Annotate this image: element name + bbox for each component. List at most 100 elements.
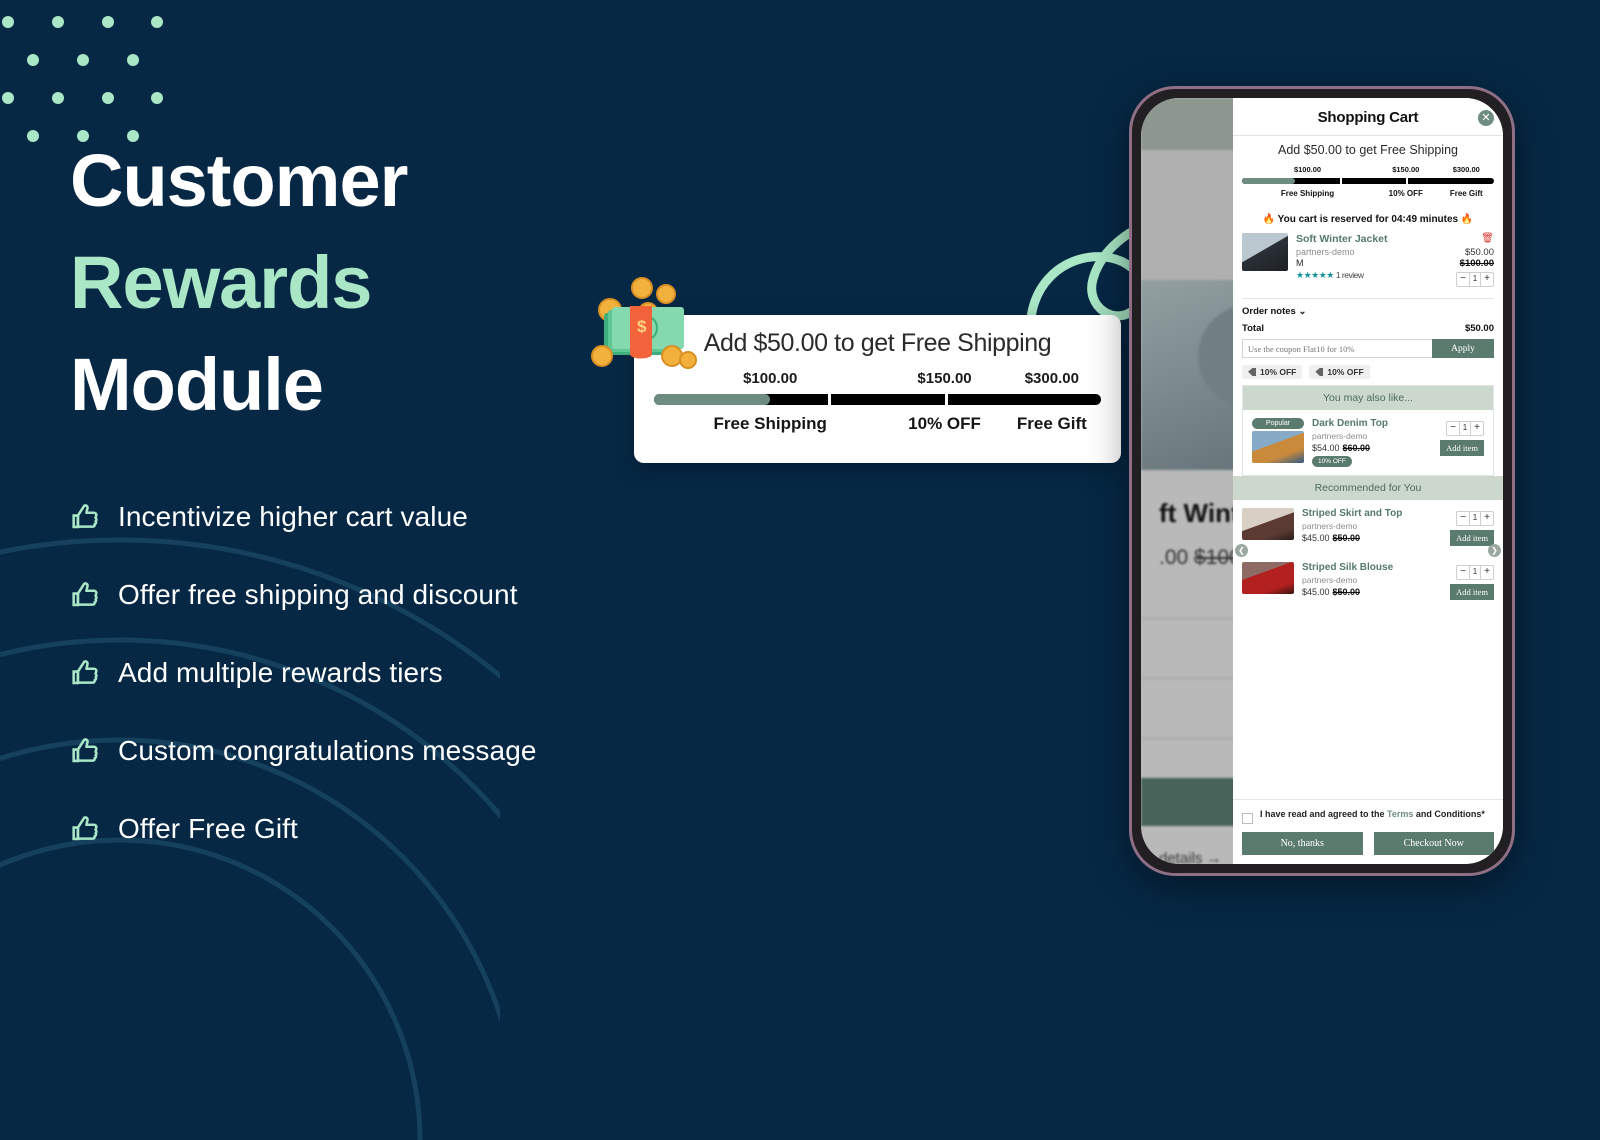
- feature-list: Incentivize higher cart value Offer free…: [68, 478, 828, 868]
- recommended-item-price: $45.00 $50.00: [1302, 587, 1438, 597]
- line-item-name[interactable]: Soft Winter Jacket: [1296, 233, 1430, 245]
- discount-chip-label: 10% OFF: [1327, 367, 1364, 377]
- cart-reservation-timer: 🔥 You cart is reserved for 04:49 minutes…: [1262, 214, 1474, 225]
- quantity-stepper[interactable]: − 1 +: [1456, 272, 1494, 287]
- upsell-actions: − 1 + Add item: [1436, 418, 1484, 456]
- recommended-item: Striped Silk Blouse partners-demo $45.00…: [1233, 554, 1503, 608]
- rewards-progress-bar: [654, 394, 1101, 405]
- quantity-increment[interactable]: +: [1481, 512, 1493, 525]
- rating-count: 1 review: [1335, 270, 1364, 280]
- tier-label: Free Shipping: [713, 414, 827, 433]
- line-item-price: $50.00: [1464, 247, 1494, 258]
- upsell-header: You may also like...: [1243, 386, 1493, 410]
- recommended-thumb-wrap: [1242, 508, 1294, 540]
- upsell-item-name[interactable]: Dark Denim Top: [1312, 418, 1428, 429]
- quantity-decrement[interactable]: −: [1457, 512, 1469, 525]
- cart-progress-title: Add $50.00 to get Free Shipping: [1278, 143, 1458, 157]
- quantity-decrement[interactable]: −: [1457, 273, 1469, 286]
- tick-label: $100.00: [1293, 165, 1322, 174]
- quantity-value[interactable]: 1: [1459, 422, 1471, 435]
- quantity-value[interactable]: 1: [1469, 512, 1481, 525]
- recommended-item: ❮ ❯ Striped Skirt and Top partners-demo …: [1233, 500, 1503, 557]
- quantity-decrement[interactable]: −: [1447, 422, 1459, 435]
- line-item-info: Soft Winter Jacket partners-demo M ★★★★★…: [1296, 233, 1430, 287]
- upsell-item: Popular Dark Denim Top partners-demo $54…: [1243, 410, 1493, 475]
- upsell-item-vendor: partners-demo: [1312, 431, 1368, 441]
- line-item-compare-price: $100.00: [1459, 258, 1494, 269]
- quantity-stepper[interactable]: − 1 +: [1446, 421, 1484, 436]
- list-item-label: Offer free shipping and discount: [118, 579, 518, 610]
- recommended-info: Striped Skirt and Top partners-demo $45.…: [1302, 508, 1438, 543]
- upsell-info: Dark Denim Top partners-demo $54.00 $60.0…: [1312, 418, 1428, 467]
- quantity-stepper[interactable]: − 1 +: [1456, 511, 1494, 526]
- add-item-button[interactable]: Add item: [1450, 584, 1494, 600]
- add-item-button[interactable]: Add item: [1450, 530, 1494, 546]
- phone-mockup: enu ft Wint .00 $100 details → ★★★1 Shop…: [1129, 86, 1515, 876]
- quantity-stepper[interactable]: − 1 +: [1456, 565, 1494, 580]
- progress-divider: [1405, 178, 1408, 184]
- list-item: Offer free shipping and discount: [68, 556, 828, 634]
- terms-link[interactable]: Terms: [1387, 809, 1413, 819]
- tick-label: $100.00: [743, 370, 798, 387]
- price-now: $45.00: [1302, 587, 1330, 597]
- recommended-item-price: $45.00 $50.00: [1302, 533, 1438, 543]
- cart-line-item: Soft Winter Jacket partners-demo M ★★★★★…: [1233, 233, 1503, 294]
- list-item-label: Custom congratulations message: [118, 735, 537, 766]
- add-item-button[interactable]: Add item: [1440, 440, 1484, 456]
- popular-badge: Popular: [1252, 418, 1304, 429]
- coupon-input[interactable]: [1242, 339, 1432, 358]
- cart-progress-tiers: Free Shipping 10% OFF Free Gift: [1242, 189, 1494, 198]
- cart-total-row: Total $50.00: [1233, 320, 1503, 339]
- tag-icon: [1315, 368, 1324, 376]
- terms-text: I have read and agreed to the Terms and …: [1260, 808, 1485, 822]
- discount-chip[interactable]: 10% OFF: [1242, 365, 1303, 379]
- price-old: $50.00: [1332, 587, 1361, 597]
- tick-label: $300.00: [1452, 165, 1480, 174]
- price-old: $50.00: [1332, 533, 1361, 543]
- tick-label: $150.00: [917, 370, 972, 387]
- quantity-increment[interactable]: +: [1481, 566, 1493, 579]
- quantity-decrement[interactable]: −: [1457, 566, 1469, 579]
- quantity-increment[interactable]: +: [1471, 422, 1483, 435]
- recommended-actions: − 1 + Add item: [1446, 562, 1494, 600]
- quantity-value[interactable]: 1: [1469, 566, 1481, 579]
- price-now: $54.00: [1312, 443, 1340, 453]
- line-item-rating: ★★★★★ 1 review: [1296, 270, 1430, 281]
- recommended-info: Striped Silk Blouse partners-demo $45.00…: [1302, 562, 1438, 597]
- line-item-variant: M: [1296, 258, 1304, 268]
- recommended-item-name[interactable]: Striped Silk Blouse: [1302, 562, 1438, 573]
- store-product-price: .00 $100: [1159, 546, 1241, 570]
- product-thumbnail: [1242, 508, 1294, 540]
- list-item-label: Add multiple rewards tiers: [118, 657, 443, 688]
- recommended-item-name[interactable]: Striped Skirt and Top: [1302, 508, 1438, 519]
- recommended-item-vendor: partners-demo: [1302, 575, 1358, 585]
- order-notes-toggle[interactable]: Order notes ⌄: [1233, 303, 1503, 320]
- tick-label: $300.00: [1024, 370, 1079, 387]
- rewards-progress-card: $ Add $50.00 to get Free Shipping $100.0…: [591, 277, 1121, 463]
- terms-checkbox[interactable]: [1242, 813, 1253, 824]
- store-details-link[interactable]: details →: [1159, 850, 1222, 864]
- product-thumbnail: [1242, 562, 1294, 594]
- quantity-increment[interactable]: +: [1481, 273, 1493, 286]
- progress-divider: [1340, 178, 1343, 184]
- price-old: $60.00: [1342, 443, 1371, 453]
- checkout-button[interactable]: Checkout Now: [1373, 832, 1494, 855]
- close-icon[interactable]: ✕: [1478, 110, 1494, 126]
- money-with-coins-icon: $: [591, 277, 697, 369]
- decline-button[interactable]: No, thanks: [1242, 832, 1363, 855]
- recommended-item-vendor: partners-demo: [1302, 521, 1358, 531]
- price-now: $45.00: [1302, 533, 1330, 543]
- product-thumbnail: [1242, 233, 1288, 271]
- cart-progress-ticks: $100.00 $150.00 $300.00: [1242, 165, 1494, 174]
- terms-suffix: and Conditions*: [1413, 809, 1485, 819]
- discount-chip[interactable]: 10% OFF: [1309, 365, 1370, 379]
- list-item-label: Offer Free Gift: [118, 813, 298, 844]
- trash-icon[interactable]: 🗑: [1438, 233, 1494, 244]
- apply-coupon-button[interactable]: Apply: [1432, 339, 1494, 358]
- quantity-value[interactable]: 1: [1469, 273, 1481, 286]
- svg-text:$: $: [637, 317, 647, 336]
- cart-header: Shopping Cart ✕: [1233, 98, 1503, 136]
- rating-stars: ★★★★★: [1296, 270, 1334, 280]
- discount-pill: 10% OFF: [1312, 456, 1352, 467]
- recommended-actions: − 1 + Add item: [1446, 508, 1494, 546]
